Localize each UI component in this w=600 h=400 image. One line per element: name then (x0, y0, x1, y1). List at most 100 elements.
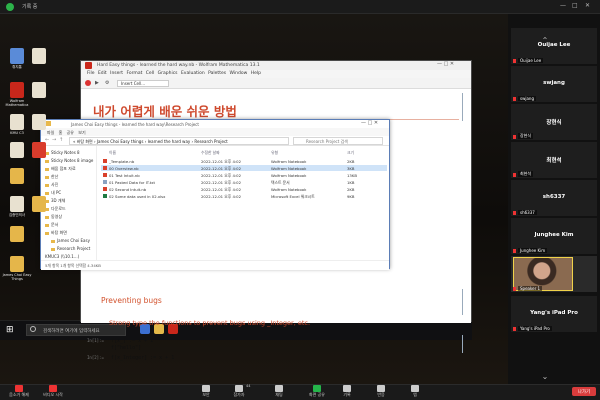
window-controls[interactable]: — □ ✕ (437, 61, 454, 67)
desktop-icon[interactable] (2, 168, 32, 185)
zoom-reaction-button[interactable]: 반응 (364, 384, 398, 398)
participant-tile[interactable]: 최현석 최현석 (511, 142, 597, 178)
menu-graphics[interactable]: Graphics (158, 71, 178, 76)
desktop-icon[interactable] (24, 48, 54, 65)
muted-mic-icon (513, 135, 516, 139)
participant-tile[interactable]: 장현식 장현식 (511, 104, 597, 140)
desktop-icon[interactable] (24, 114, 54, 131)
menu-evaluation[interactable]: Evaluation (181, 71, 205, 76)
participant-name: Ouijae Lee (537, 42, 571, 48)
zoom-top-bar: 기록 중 — □ ✕ (0, 0, 600, 14)
nav-drive[interactable]: KMUC3 (\\10.1...) (45, 254, 79, 259)
shield-icon[interactable] (6, 3, 14, 11)
ribbon-view[interactable]: 보기 (78, 130, 85, 135)
file-type: Microsoft Excel 워크시트 (271, 193, 315, 199)
muted-mic-icon (513, 287, 516, 291)
file-row[interactable]: 01 Pasted Data for IT.txt 2022-12-01 오후 4… (101, 179, 387, 185)
zoom-participants-button[interactable]: 참가자 44 (222, 384, 256, 398)
menu-cell[interactable]: Cell (146, 71, 154, 76)
nav-item[interactable]: 한산 (45, 174, 58, 180)
desktop-icon[interactable] (24, 82, 54, 99)
participant-tile[interactable]: Speaker 1 (511, 256, 597, 292)
nav-item[interactable]: 바탕 화면 (45, 230, 67, 236)
zoom-button-label: 음소거 해제 (9, 392, 29, 397)
col-header-type[interactable]: 유형 (271, 150, 278, 156)
window-title: Hard Easy things - learned the hard way.… (97, 63, 260, 68)
explorer-status-bar: 5개 항목 1개 항목 선택함 4.34KB (41, 260, 389, 270)
file-row[interactable]: _Template.nb 2022-12-01 오후 4:02 Wolfram No… (101, 158, 387, 164)
nav-item[interactable]: James Choi Easy (51, 238, 90, 243)
nav-item-label: 바탕 화면 (51, 230, 67, 235)
desktop-icon[interactable] (24, 142, 54, 159)
chevron-down-icon[interactable]: ⌄ (539, 372, 551, 382)
address-bar[interactable]: « 바탕 화면 › James Choi Easy things › learn… (69, 137, 289, 145)
participant-tile[interactable]: Junghee Kim Junghee Kim (511, 218, 597, 254)
zoom-shield-button[interactable]: 보안 (189, 384, 223, 398)
menu-file[interactable]: File (87, 71, 95, 76)
file-type: Wolfram Notebook (271, 186, 307, 192)
insert-cell-dropdown[interactable]: Insert Cell... (117, 80, 169, 87)
shortcut-icon (32, 48, 46, 64)
chevron-up-icon[interactable]: ⌃ (539, 36, 551, 46)
participant-label: swjang (518, 96, 536, 101)
zoom-mic-muted-button[interactable]: 음소거 해제 (2, 384, 36, 398)
nav-item[interactable]: 동영상 (45, 214, 62, 220)
zoom-chat-button[interactable]: 채팅 (262, 384, 296, 398)
input-cell[interactable]: f["hello"] (111, 345, 141, 351)
menu-palettes[interactable]: Palettes (208, 71, 226, 76)
participant-label: Ouijae Lee (518, 58, 544, 63)
zoom-apps-button[interactable]: 앱 (398, 384, 432, 398)
menu-insert[interactable]: Insert (110, 71, 123, 76)
file-row[interactable]: 02 Some data used in 02.xlsx 2022-12-01 오… (101, 193, 387, 199)
col-header-size[interactable]: 크기 (347, 150, 354, 156)
zoom-button-label: 기록 (343, 392, 351, 397)
file-name: 00 Overview.nb (109, 165, 139, 171)
col-header-name[interactable]: 이름 (109, 150, 116, 156)
zoom-video-off-button[interactable]: 비디오 시작 (36, 384, 70, 398)
ribbon-share[interactable]: 공유 (67, 130, 74, 135)
participant-label: Speaker 1 (518, 286, 543, 291)
cell-bracket[interactable] (461, 289, 463, 315)
file-name: 01 Pasted Data for IT.txt (109, 179, 156, 185)
leave-button[interactable]: 나가기 (572, 387, 596, 396)
desktop-icon[interactable] (2, 226, 32, 243)
participant-tile[interactable]: swjang swjang (511, 66, 597, 102)
participant-tile[interactable]: sh6337 sh6337 (511, 180, 597, 216)
close-icon[interactable]: ✕ (585, 2, 590, 9)
menu-window[interactable]: Window (230, 71, 248, 76)
nav-item[interactable]: Research Project (51, 246, 90, 251)
nav-item[interactable]: 사진 (45, 182, 58, 188)
debug-icon[interactable]: ⚙ (105, 80, 109, 86)
zoom-record-button[interactable]: 기록 (330, 384, 364, 398)
participant-tile[interactable]: Yang's iPad Pro Yang's iPad Pro (511, 296, 597, 332)
nav-item-label: 문서 (51, 222, 59, 227)
desktop-icon[interactable]: James Choi Easy Things (2, 256, 32, 281)
desktop-icon[interactable] (24, 196, 54, 213)
stop-icon[interactable] (85, 80, 91, 86)
input-cell[interactable]: f[x_] := x + 1 (111, 338, 153, 344)
windows-start-icon[interactable]: ⊞ (6, 325, 16, 335)
nav-item[interactable]: 배움 점포 자료 (45, 166, 76, 172)
cell-bracket[interactable] (461, 335, 463, 353)
file-row[interactable]: 00 Overview.nb 2022-12-01 오후 4:02 Wolfram … (101, 165, 387, 171)
menu-format[interactable]: Format (126, 71, 142, 76)
file-row[interactable]: 02 Second Intuit.nb 2022-12-01 오후 4:02 Wol… (101, 186, 387, 192)
nav-item[interactable]: 문서 (45, 222, 58, 228)
cell-bracket[interactable] (461, 93, 463, 121)
window-controls[interactable]: — □ ✕ (361, 120, 378, 126)
explorer-search-input[interactable]: Research Project 검색 (293, 137, 383, 145)
maximize-icon[interactable]: □ (572, 2, 578, 9)
zoom-share-screen-button[interactable]: 화면 공유 (300, 384, 334, 398)
up-arrow-icon[interactable]: ↑ (59, 137, 63, 143)
file-row[interactable]: 01 Test Intuit.nb 2022-12-01 오후 4:02 Wolfr… (101, 172, 387, 178)
file-type: Wolfram Notebook (271, 165, 307, 171)
muted-mic-icon (513, 173, 516, 177)
menu-edit[interactable]: Edit (98, 71, 107, 76)
ribbon-home[interactable]: 홈 (59, 130, 63, 135)
input-cell[interactable]: f[x_Integer] := x + 1 (111, 355, 174, 361)
evaluate-icon[interactable]: ▶ (95, 80, 99, 86)
participant-tile[interactable]: Ouijae Lee Ouijae Lee (511, 28, 597, 64)
minimize-icon[interactable]: — (560, 2, 566, 9)
menu-help[interactable]: Help (251, 71, 261, 76)
col-header-date[interactable]: 수정한 날짜 (201, 150, 220, 156)
